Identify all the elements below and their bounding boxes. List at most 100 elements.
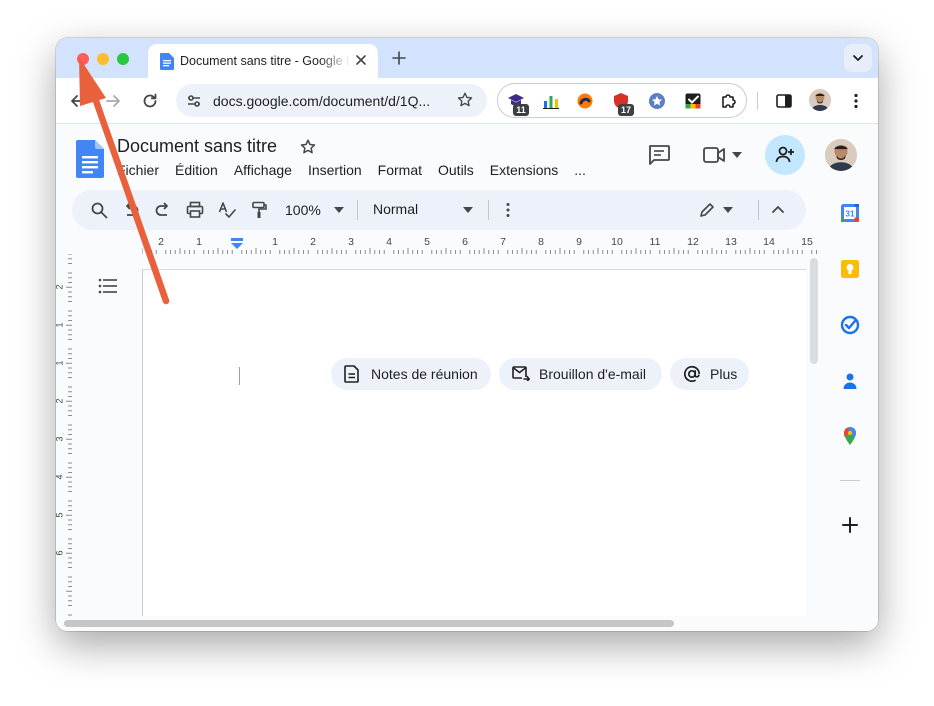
indent-marker-icon[interactable] — [230, 238, 244, 250]
undo-icon[interactable] — [122, 201, 140, 219]
person-portrait-icon — [809, 89, 831, 111]
menu-bar: Fichier Édition Affichage Insertion Format Ou… — [117, 162, 602, 182]
bookmark-star-icon[interactable] — [456, 91, 474, 109]
tab-docs[interactable]: Document sans titre - Google Docs — [148, 44, 378, 78]
docs-header: Document sans titre Fichier Édition Affich… — [56, 125, 878, 189]
document-title[interactable]: Document sans titre — [117, 136, 277, 157]
contacts-person-icon[interactable] — [840, 371, 860, 391]
extension-badge-count: 17 — [618, 104, 634, 116]
email-draft-chip[interactable]: Brouillon d'e-mail — [499, 358, 662, 390]
horizontal-ruler[interactable]: 2 1 1 2 3 4 5 6 7 8 9 10 11 12 13 14 15 — [142, 234, 822, 254]
zoom-select[interactable]: 100% — [285, 202, 321, 218]
toolbar-divider — [357, 200, 358, 220]
reload-icon[interactable] — [141, 92, 159, 110]
profile-avatar[interactable] — [809, 89, 831, 111]
chip-label: Brouillon d'e-mail — [539, 366, 646, 382]
side-panel: 31 — [822, 190, 878, 631]
toolbar-divider — [488, 200, 489, 220]
window-maximize-button[interactable] — [117, 53, 129, 65]
menu-extensions[interactable]: Extensions — [490, 162, 558, 178]
new-tab-plus-icon[interactable] — [391, 50, 407, 66]
maps-pin-icon[interactable] — [840, 426, 860, 446]
paint-format-icon[interactable] — [250, 201, 268, 219]
caret-down-icon[interactable] — [723, 207, 733, 213]
add-plus-icon[interactable] — [840, 515, 860, 535]
document-outline-icon[interactable] — [98, 278, 118, 294]
formatting-toolbar: 100% Normal — [72, 190, 806, 230]
side-panel-divider — [840, 480, 860, 481]
docs-favicon-icon — [160, 53, 174, 70]
google-docs-logo-icon[interactable] — [76, 140, 104, 178]
caret-down-icon[interactable] — [334, 207, 344, 213]
bar-chart-extension-icon[interactable] — [542, 92, 560, 110]
keep-lightbulb-icon[interactable] — [840, 259, 860, 279]
more-vertical-icon[interactable] — [847, 92, 865, 110]
vertical-ruler[interactable]: 2 1 1 2 3 4 5 6 — [56, 254, 72, 616]
sync-swirl-extension-icon[interactable] — [576, 92, 594, 110]
ruler-number: 14 — [763, 236, 775, 248]
more-chip[interactable]: Plus — [670, 358, 749, 390]
star-icon[interactable] — [299, 138, 317, 156]
spellcheck-icon[interactable] — [218, 201, 236, 219]
extensions-group: 11 17 — [497, 83, 747, 118]
vertical-ruler-number: 2 — [56, 284, 65, 289]
vertical-ruler-number: 1 — [56, 322, 65, 327]
text-cursor — [239, 367, 240, 385]
document-icon — [344, 365, 359, 383]
vertical-scrollbar[interactable] — [810, 258, 818, 364]
ruler-number: 1 — [272, 236, 278, 248]
chip-label: Plus — [710, 366, 738, 382]
tab-search-button[interactable] — [844, 44, 872, 72]
menu-edit[interactable]: Édition — [175, 162, 218, 178]
window-minimize-button[interactable] — [97, 53, 109, 65]
document-page[interactable]: Notes de réunion Brouillon d'e-mail Plus — [142, 269, 806, 629]
side-panel-icon[interactable] — [775, 92, 793, 110]
menu-tools[interactable]: Outils — [438, 162, 474, 178]
ruler-number: 10 — [611, 236, 623, 248]
vertical-ruler-ticks — [66, 254, 72, 616]
star-badge-extension-icon[interactable] — [648, 92, 666, 110]
paragraph-style-select[interactable]: Normal — [373, 201, 418, 217]
address-bar[interactable]: docs.google.com/document/d/1Q... — [176, 84, 487, 117]
chevron-down-icon — [853, 55, 863, 61]
share-button[interactable] — [765, 135, 805, 175]
ruler-number: 1 — [196, 236, 202, 248]
video-call-icon[interactable] — [702, 146, 726, 164]
horizontal-scrollbar[interactable] — [64, 620, 674, 627]
ruler-number: 12 — [687, 236, 699, 248]
tasks-check-icon[interactable] — [840, 315, 860, 335]
back-arrow-icon[interactable] — [69, 92, 87, 110]
window-close-button[interactable] — [77, 53, 89, 65]
search-icon[interactable] — [90, 201, 108, 219]
ruler-number: 3 — [348, 236, 354, 248]
toolbar-divider — [758, 200, 759, 220]
ruler-number: 2 — [310, 236, 316, 248]
menu-file[interactable]: Fichier — [117, 162, 159, 178]
print-icon[interactable] — [186, 201, 204, 219]
account-avatar[interactable] — [825, 139, 857, 171]
redo-icon[interactable] — [154, 201, 172, 219]
comment-icon[interactable] — [647, 144, 671, 166]
pencil-edit-icon[interactable] — [698, 201, 716, 219]
forward-arrow-icon[interactable] — [104, 92, 122, 110]
puzzle-piece-icon[interactable] — [720, 92, 738, 110]
site-settings-tune-icon[interactable] — [186, 93, 202, 109]
menu-format[interactable]: Format — [378, 162, 422, 178]
caret-down-icon[interactable] — [463, 207, 473, 213]
ruler-number: 7 — [500, 236, 506, 248]
ruler-number: 15 — [801, 236, 813, 248]
checkbox-extension-icon[interactable] — [684, 92, 702, 110]
chip-label: Notes de réunion — [371, 366, 478, 382]
caret-down-icon[interactable] — [732, 152, 742, 158]
calendar-icon[interactable]: 31 — [840, 203, 860, 223]
meeting-notes-chip[interactable]: Notes de réunion — [331, 358, 491, 390]
chevron-up-icon[interactable] — [769, 201, 787, 219]
close-icon[interactable] — [353, 52, 369, 68]
toolbar-divider — [757, 92, 758, 110]
more-vertical-icon[interactable] — [499, 201, 517, 219]
svg-text:31: 31 — [846, 210, 855, 219]
menu-insert[interactable]: Insertion — [308, 162, 362, 178]
menu-more[interactable]: ... — [574, 162, 586, 178]
menu-view[interactable]: Affichage — [234, 162, 292, 178]
tab-title: Document sans titre - Google Docs — [180, 54, 350, 68]
